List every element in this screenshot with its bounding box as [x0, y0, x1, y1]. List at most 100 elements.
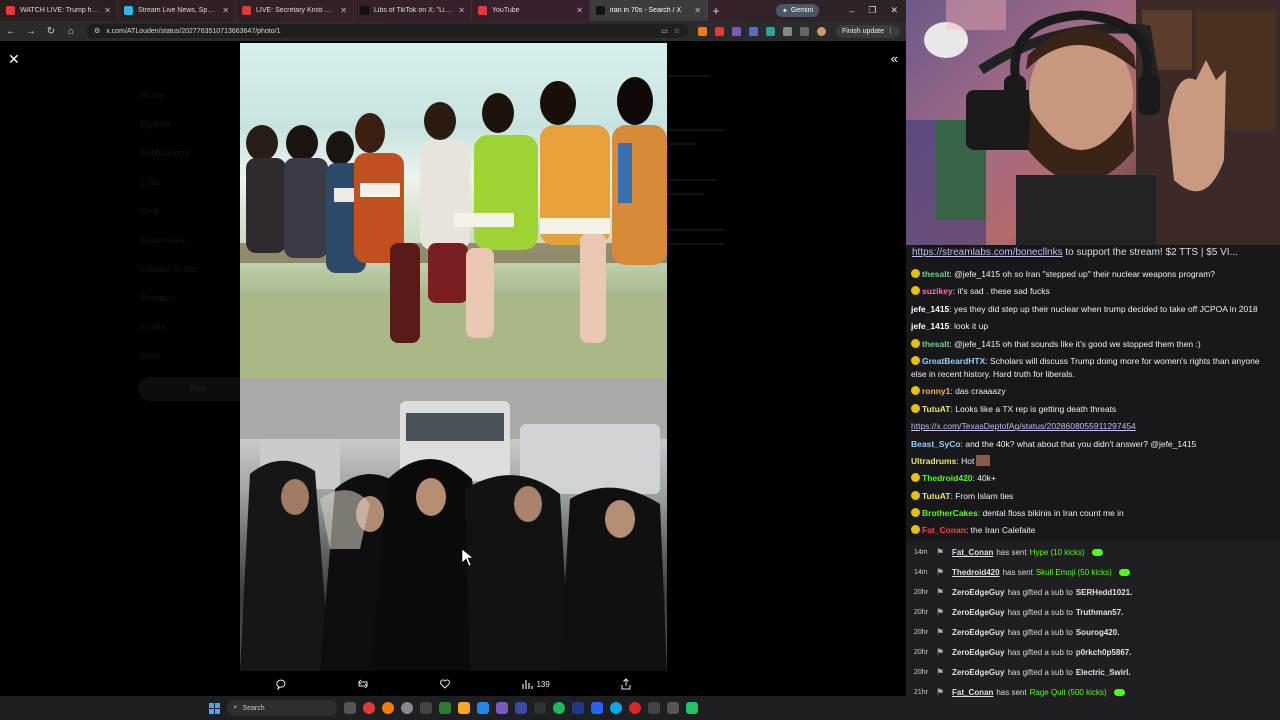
extension-icon[interactable]	[765, 26, 775, 36]
install-icon[interactable]: ▭	[661, 27, 668, 35]
browser-tab[interactable]: Libs of TikTok on X: "Liberal sa ✕	[354, 0, 472, 21]
close-tab-icon[interactable]: ✕	[694, 6, 701, 15]
close-window-button[interactable]: ✕	[890, 5, 898, 16]
app-icon[interactable]	[628, 702, 641, 714]
event-user[interactable]: Fat_Conan	[952, 688, 993, 697]
sidebar-icon[interactable]	[799, 26, 809, 36]
event-target-user[interactable]: Sourog420.	[1076, 628, 1120, 637]
puzzle-icon[interactable]	[782, 26, 792, 36]
event-user[interactable]: ZeroEdgeGuy	[952, 668, 1004, 677]
chat-username[interactable]: jefe_1415	[911, 304, 949, 314]
chat-username[interactable]: Beast_SyCo	[911, 439, 961, 449]
app-icon[interactable]	[362, 702, 375, 714]
event-target-user[interactable]: Truthman57.	[1076, 608, 1124, 617]
event-user[interactable]: ZeroEdgeGuy	[952, 588, 1004, 597]
spotify-icon[interactable]	[552, 702, 565, 714]
task-view-icon[interactable]	[343, 702, 356, 714]
browser-tab[interactable]: LIVE: Secretary Kristi Noem Tes ✕	[236, 0, 354, 21]
kick-logo-icon: ⚑	[936, 666, 945, 677]
share-button[interactable]	[620, 678, 632, 690]
repost-button[interactable]	[357, 678, 369, 690]
support-link[interactable]: https://streamlabs.com/bonecllnks	[912, 247, 1063, 258]
forward-icon[interactable]: →	[26, 26, 36, 37]
windows-start-icon[interactable]	[208, 702, 220, 714]
chat-username[interactable]: TutuAT	[922, 491, 950, 501]
event-target-user[interactable]: SERHedd1021.	[1076, 588, 1132, 597]
new-tab-button[interactable]: +	[708, 0, 724, 21]
close-tab-icon[interactable]: ✕	[104, 6, 111, 15]
app-icon[interactable]	[590, 702, 603, 714]
chat-username[interactable]: ronny1	[922, 386, 950, 396]
event-user[interactable]: Fat_Conan	[952, 548, 993, 557]
app-icon[interactable]	[476, 702, 489, 714]
chat-username[interactable]: Fat_Conan	[922, 525, 966, 535]
views-button[interactable]: 139	[521, 678, 550, 690]
site-info-icon[interactable]: ⚙	[94, 27, 100, 35]
back-icon[interactable]: ←	[6, 26, 16, 37]
app-icon[interactable]	[533, 702, 546, 714]
dimmed-nav-item: More	[140, 351, 161, 361]
event-target-user[interactable]: p0rkch0p5867.	[1076, 648, 1132, 657]
close-tab-icon[interactable]: ✕	[458, 6, 465, 15]
tab-title: Libs of TikTok on X: "Liberal sa	[374, 7, 453, 14]
app-icon[interactable]	[400, 702, 413, 714]
taskbar-search[interactable]: ⌕ Search	[226, 700, 337, 716]
app-icon[interactable]	[514, 702, 527, 714]
app-icon[interactable]	[419, 702, 432, 714]
event-user[interactable]: Thedroid420	[952, 568, 1000, 577]
event-user[interactable]: ZeroEdgeGuy	[952, 608, 1004, 617]
photo-women-in-chadors[interactable]	[240, 379, 667, 671]
app-icon[interactable]	[647, 702, 660, 714]
chat-username[interactable]: suzikey	[922, 286, 953, 296]
chat-username[interactable]: jefe_1415	[911, 321, 949, 331]
maximize-button[interactable]: ❐	[868, 5, 876, 16]
close-tab-icon[interactable]: ✕	[576, 6, 583, 15]
collapse-panel-icon[interactable]: «	[891, 51, 898, 66]
close-icon[interactable]: ✕	[8, 51, 20, 68]
event-user[interactable]: ZeroEdgeGuy	[952, 628, 1004, 637]
chat-message: GreatBeardHTX: Scholars will discuss Tru…	[911, 355, 1260, 379]
browser-tab[interactable]: Stream Live News, Sports, and ✕	[118, 0, 236, 21]
profile-avatar[interactable]	[816, 26, 826, 36]
photo-1970s-women-reading[interactable]	[240, 43, 667, 379]
gemini-button[interactable]: ✦ Gemini	[776, 4, 820, 17]
app-icon[interactable]	[495, 702, 508, 714]
reload-icon[interactable]: ↻	[46, 26, 56, 37]
reply-button[interactable]	[275, 678, 287, 690]
close-tab-icon[interactable]: ✕	[340, 6, 347, 15]
chat-link[interactable]: https://x.com/TexasDeptofAg/status/20286…	[911, 421, 1136, 431]
bookmark-star-icon[interactable]: ☆	[674, 27, 680, 35]
extension-icon[interactable]	[697, 26, 707, 36]
chat-username[interactable]: BrotherCakes	[922, 508, 978, 518]
favicon-icon	[596, 6, 605, 15]
extension-icon[interactable]	[748, 26, 758, 36]
minimize-button[interactable]: –	[849, 6, 854, 16]
event-user[interactable]: ZeroEdgeGuy	[952, 648, 1004, 657]
close-tab-icon[interactable]: ✕	[222, 6, 229, 15]
browser-tab[interactable]: YouTube ✕	[472, 0, 590, 21]
like-button[interactable]	[439, 678, 451, 690]
extension-icon[interactable]	[714, 26, 724, 36]
chrome-icon[interactable]	[381, 702, 394, 714]
browser-tab[interactable]: WATCH LIVE: Trump hosts bilat ✕	[0, 0, 118, 21]
url-field[interactable]: ⚙ x.com/ATLouden/status/2027763510713663…	[86, 24, 688, 38]
chat-username[interactable]: thesalt	[922, 339, 949, 349]
app-icon[interactable]	[685, 702, 698, 714]
chat-username[interactable]: TutuAT	[922, 404, 950, 414]
app-icon[interactable]	[609, 702, 622, 714]
event-target-user[interactable]: Electric_Swirl.	[1076, 668, 1131, 677]
app-icon[interactable]	[571, 702, 584, 714]
app-icon[interactable]	[438, 702, 451, 714]
chat-username[interactable]: thesalt	[922, 269, 949, 279]
finish-update-button[interactable]: Finish update ⋮	[835, 24, 900, 38]
app-icon[interactable]	[666, 702, 679, 714]
home-icon[interactable]: ⌂	[66, 26, 76, 37]
kick-logo-icon: ⚑	[936, 626, 945, 637]
browser-tab[interactable]: iran in 70s - Search / X ✕	[590, 0, 708, 21]
event-row: 21hr ⚑ Fat_Conan has sent Rage Quit (500 kic…	[906, 682, 1280, 702]
file-explorer-icon[interactable]	[457, 702, 470, 714]
chat-username[interactable]: Ultradrums	[911, 456, 956, 466]
extension-icon[interactable]	[731, 26, 741, 36]
chat-username[interactable]: Thedroid420	[922, 473, 973, 483]
chat-username[interactable]: GreatBeardHTX	[922, 356, 985, 366]
